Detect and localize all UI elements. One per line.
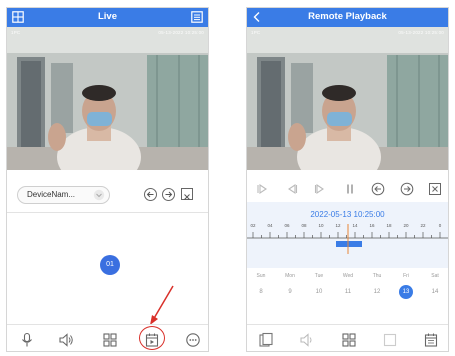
calendar-icon[interactable]	[423, 332, 439, 348]
weekday-label: Sun	[256, 273, 266, 279]
ruler-tick-label: 20	[403, 223, 409, 228]
playback-video-feed[interactable]: 1PC 05-13-2022 10:25:00	[247, 27, 448, 170]
osd-timestamp: 05-13-2022 10:25:00	[398, 30, 444, 35]
date-button[interactable]: 13	[399, 285, 413, 299]
annotation-arrow	[150, 285, 174, 325]
arrow-right-icon	[165, 191, 173, 198]
microphone-icon[interactable]	[19, 332, 35, 348]
next-device-button[interactable]	[162, 188, 175, 201]
close-icon	[184, 194, 190, 200]
week-selector: Sun 8 Mon 9 Tue 10 Wed 11 Thu 12 Fri 13 Sat 14	[247, 268, 448, 304]
ruler-tick-label: 18	[386, 223, 392, 228]
date-button[interactable]: 14	[428, 285, 442, 299]
close-playback-button[interactable]	[428, 182, 442, 196]
device-select-value: DeviceNam...	[27, 190, 76, 199]
divider	[247, 324, 448, 325]
more-icon[interactable]	[185, 332, 201, 348]
playback-toolbar	[247, 328, 448, 351]
page-title: Live	[97, 11, 117, 22]
osd-timestamp: 05-13-2022 10:25:00	[158, 30, 204, 35]
divider	[7, 324, 208, 325]
ruler-tick-label: 02	[250, 223, 256, 228]
close-all-button[interactable]	[181, 188, 193, 200]
channel-icon[interactable]	[258, 332, 274, 348]
device-row: DeviceNam...	[7, 184, 208, 206]
weekday-label: Fri	[403, 273, 409, 279]
speaker-icon[interactable]	[299, 332, 315, 348]
divider	[7, 212, 208, 213]
previous-device-button[interactable]	[144, 188, 157, 201]
date-button[interactable]: 10	[312, 285, 326, 299]
playback-highlight-ring	[139, 326, 165, 350]
live-title-bar: Live	[7, 8, 208, 27]
grid-icon[interactable]	[341, 332, 357, 348]
ruler-tick-label: 04	[267, 223, 273, 228]
page-title: Remote Playback	[308, 11, 387, 22]
weekday-label: Sat	[431, 273, 439, 279]
ruler-tick-label: 06	[284, 223, 290, 228]
device-select[interactable]: DeviceNam...	[17, 186, 110, 204]
live-video-feed[interactable]: 1PC 05-13-2022 10:25:00	[7, 27, 208, 170]
date-button[interactable]: 11	[341, 285, 355, 299]
pause-icon[interactable]	[343, 182, 357, 196]
next-button[interactable]	[400, 182, 414, 196]
ruler-tick-label: 12	[335, 223, 341, 228]
osd-channel-label: 1PC	[11, 30, 21, 35]
remote-playback-screen: Remote Playback 1PC 05-13-2022 10:25:00	[246, 7, 449, 352]
previous-button[interactable]	[371, 182, 385, 196]
chevron-down-icon	[93, 189, 105, 201]
record-icon[interactable]	[382, 332, 398, 348]
channel-badge[interactable]: 01	[100, 255, 120, 275]
live-toolbar	[7, 328, 208, 351]
close-icon	[429, 183, 441, 195]
ruler-tick-label: 14	[352, 223, 358, 228]
playback-controls	[247, 178, 448, 200]
arrow-left-icon	[146, 191, 154, 198]
ruler-tick-label: 16	[369, 223, 375, 228]
ruler-tick-label: 08	[301, 223, 307, 228]
speed-up-icon[interactable]	[313, 182, 327, 196]
date-button[interactable]: 12	[370, 285, 384, 299]
ruler-tick-label: 22	[420, 223, 426, 228]
grid-icon[interactable]	[102, 332, 118, 348]
speaker-icon[interactable]	[58, 332, 74, 348]
live-view-screen: Live 1PC 05-13-2022 10:25:00 DeviceNam..…	[6, 7, 209, 352]
slow-down-icon[interactable]	[285, 182, 299, 196]
weekday-label: Tue	[314, 273, 324, 279]
timeline[interactable]: 2022-05-13 10:25:00 02 04 06 08 10 12 14 16 18 20…	[247, 202, 448, 268]
weekday-label: Wed	[342, 273, 354, 279]
osd-channel-label: 1PC	[251, 30, 261, 35]
ruler-tick-label: 10	[318, 223, 324, 228]
ruler-tick-label: 0	[438, 223, 442, 228]
weekday-label: Thu	[372, 273, 382, 279]
weekday-label: Mon	[285, 273, 295, 279]
menu-list-icon[interactable]	[191, 11, 203, 23]
time-ruler[interactable]: 02 04 06 08 10 12 14 16 18 20 22 0	[247, 223, 448, 254]
skip-start-icon[interactable]	[255, 182, 269, 196]
playback-title-bar: Remote Playback	[247, 8, 448, 27]
playback-datetime: 2022-05-13 10:25:00	[310, 210, 385, 219]
recorded-segment	[336, 241, 362, 247]
arrow-left-icon	[371, 182, 385, 196]
date-button[interactable]: 8	[254, 285, 268, 299]
date-button[interactable]: 9	[283, 285, 297, 299]
arrow-right-icon	[400, 182, 414, 196]
